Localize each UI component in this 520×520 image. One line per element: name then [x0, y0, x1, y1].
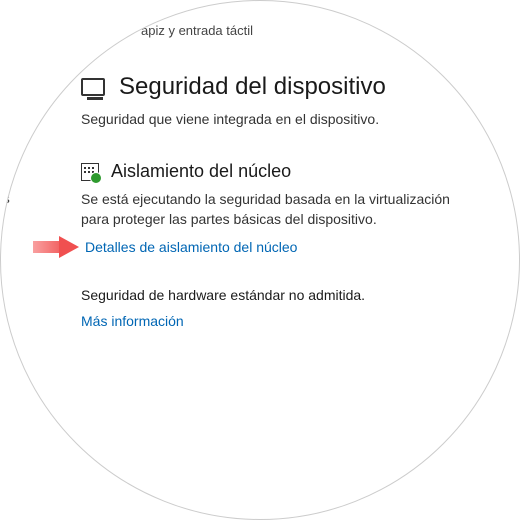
page-subtitle: Seguridad que viene integrada en el disp… — [81, 111, 479, 127]
top-nav: ápiz y entrada táctil La entrac — [81, 23, 479, 43]
device-security-icon — [81, 78, 105, 96]
viewport-clip: ápiz y entrada táctil La entrac as Segur… — [0, 0, 520, 520]
page-title: Seguridad del dispositivo — [119, 73, 386, 101]
core-isolation-header: Aislamiento del núcleo — [81, 161, 479, 182]
nav-pen-touch[interactable]: ápiz y entrada táctil — [141, 23, 253, 39]
core-isolation-details-link[interactable]: Detalles de aislamiento del núcleo — [85, 239, 297, 255]
core-isolation-icon — [81, 163, 99, 181]
more-info-link[interactable]: Más información — [81, 313, 184, 329]
side-label-partial: as — [0, 191, 10, 206]
hw-security-status: Seguridad de hardware estándar no admiti… — [81, 287, 479, 303]
details-row: Detalles de aislamiento del núcleo — [81, 237, 479, 257]
content-pane: ápiz y entrada táctil La entrac as Segur… — [1, 1, 519, 519]
page-header: Seguridad del dispositivo — [81, 73, 479, 101]
pointer-arrow-icon — [33, 237, 79, 257]
nav-right-partial[interactable]: La entrac — [405, 23, 459, 39]
core-isolation-title: Aislamiento del núcleo — [111, 161, 291, 182]
core-isolation-desc: Se está ejecutando la seguridad basada e… — [81, 190, 479, 229]
